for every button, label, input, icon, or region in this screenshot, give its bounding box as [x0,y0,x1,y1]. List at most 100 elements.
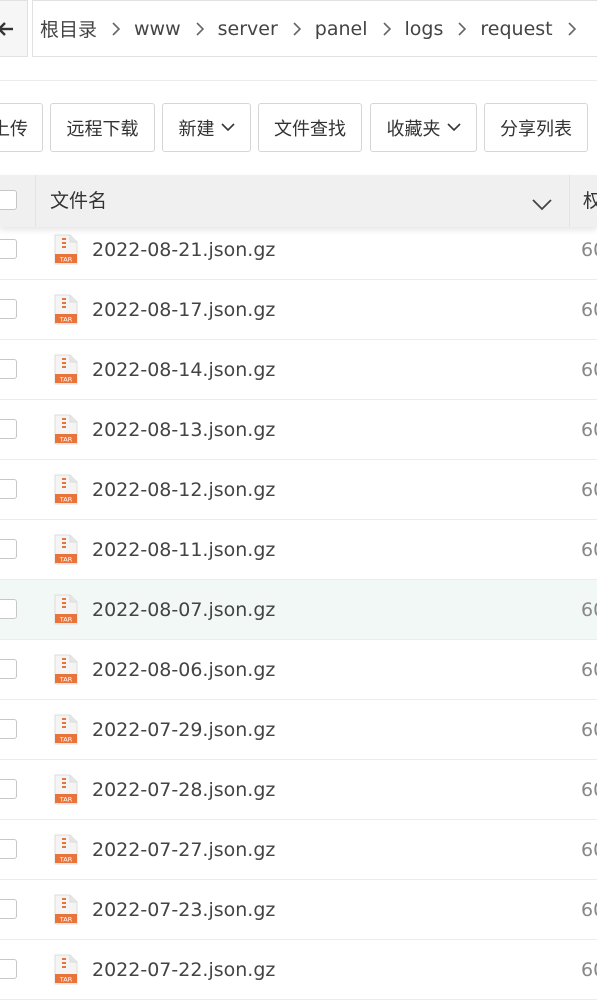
tar-archive-icon: TAR [54,474,78,505]
tar-archive-icon: TAR [54,234,78,265]
breadcrumb-item-request[interactable]: request [480,18,589,40]
row-checkbox[interactable] [0,839,17,859]
tar-archive-icon: TAR [54,414,78,445]
file-name[interactable]: 2022-07-28.json.gz [92,760,275,820]
file-name[interactable]: 2022-08-06.json.gz [92,640,275,700]
svg-text:TAR: TAR [59,915,73,923]
table-row[interactable]: TAR 2022-07-28.json.gz 60 [0,760,597,820]
file-permission: 60 [581,839,597,861]
breadcrumb-label: 根目录 [40,19,98,41]
tar-archive-icon: TAR [54,714,78,745]
table-row-hovered[interactable]: TAR 2022-08-07.json.gz 60 [0,580,597,640]
chevron-right-icon [458,21,467,36]
breadcrumb-label: logs [404,17,444,40]
svg-text:TAR: TAR [59,735,73,743]
row-checkbox[interactable] [0,479,17,499]
select-all-checkbox[interactable] [0,190,17,210]
file-permission: 60 [581,419,597,441]
table-row[interactable]: TAR 2022-08-11.json.gz 60 [0,520,597,580]
svg-text:TAR: TAR [59,315,73,323]
table-row[interactable]: TAR 2022-08-12.json.gz 60 [0,460,597,520]
share-list-button[interactable]: 分享列表 [484,103,588,152]
column-divider [569,175,570,227]
file-permission: 60 [581,539,597,561]
tar-archive-icon: TAR [54,774,78,805]
row-checkbox[interactable] [0,719,17,739]
new-dropdown-button[interactable]: 新建 [162,103,251,152]
file-permission: 60 [581,659,597,681]
file-name[interactable]: 2022-07-29.json.gz [92,700,275,760]
file-name[interactable]: 2022-08-14.json.gz [92,340,275,400]
table-row[interactable]: TAR 2022-07-22.json.gz 60 [0,940,597,1000]
chevron-down-icon [446,123,461,132]
breadcrumb-label: www [134,17,181,40]
file-search-label: 文件查找 [274,118,346,140]
file-name[interactable]: 2022-08-21.json.gz [92,220,275,280]
svg-text:TAR: TAR [59,555,73,563]
file-name[interactable]: 2022-08-12.json.gz [92,460,275,520]
table-row[interactable]: TAR 2022-07-29.json.gz 60 [0,700,597,760]
chevron-right-icon [196,21,204,36]
breadcrumb-item-server[interactable]: server [218,18,315,40]
table-header: 文件名 权 [0,175,597,227]
remote-download-button[interactable]: 远程下载 [50,103,155,152]
svg-text:TAR: TAR [59,255,73,263]
row-checkbox[interactable] [0,899,17,919]
table-row[interactable]: TAR 2022-08-06.json.gz 60 [0,640,597,700]
file-name[interactable]: 2022-08-11.json.gz [92,520,275,580]
file-name[interactable]: 2022-08-13.json.gz [92,400,275,460]
breadcrumb-label: panel [314,17,368,40]
file-name[interactable]: 2022-07-22.json.gz [92,940,275,1000]
file-name[interactable]: 2022-08-07.json.gz [92,580,275,640]
table-row[interactable]: TAR 2022-08-14.json.gz 60 [0,340,597,400]
row-checkbox[interactable] [0,659,17,679]
breadcrumb: 根目录 www server panel logs request [32,0,597,57]
row-checkbox[interactable] [0,779,17,799]
file-name[interactable]: 2022-07-27.json.gz [92,820,275,880]
favorites-label: 收藏夹 [386,118,441,140]
file-permission: 60 [581,599,597,621]
table-row[interactable]: TAR 2022-08-13.json.gz 60 [0,400,597,460]
row-checkbox[interactable] [0,959,17,979]
row-checkbox[interactable] [0,239,17,259]
file-name[interactable]: 2022-07-23.json.gz [92,880,275,940]
chevron-right-icon [293,21,301,36]
row-checkbox[interactable] [0,599,17,619]
favorites-dropdown-button[interactable]: 收藏夹 [370,103,477,152]
share-list-label: 分享列表 [500,118,572,140]
breadcrumb-item-panel[interactable]: panel [315,18,405,40]
tar-archive-icon: TAR [54,294,78,325]
file-permission: 60 [581,239,597,261]
svg-text:TAR: TAR [59,375,73,383]
file-permission: 60 [581,359,597,381]
file-permission: 60 [581,479,597,501]
table-row[interactable]: TAR 2022-08-21.json.gz 60 [0,220,597,280]
back-button[interactable] [0,0,28,57]
sort-chevron-down-icon[interactable] [532,196,552,215]
breadcrumb-item-root[interactable]: 根目录 [40,15,134,42]
remote-download-label: 远程下载 [66,118,139,140]
file-name[interactable]: 2022-08-17.json.gz [92,280,275,340]
column-header-filename[interactable]: 文件名 [50,175,107,227]
path-bar: 根目录 www server panel logs request [0,0,597,57]
breadcrumb-item-www[interactable]: www [134,18,218,40]
svg-text:TAR: TAR [59,975,73,983]
table-row[interactable]: TAR 2022-07-27.json.gz 60 [0,820,597,880]
table-row[interactable]: TAR 2022-08-17.json.gz 60 [0,280,597,340]
row-checkbox[interactable] [0,539,17,559]
svg-text:TAR: TAR [59,495,73,503]
file-toolbar: 上传 远程下载 新建 文件查找 收藏夹 分享列表 [0,103,597,152]
arrow-left-icon [0,21,14,36]
file-permission: 60 [581,719,597,741]
upload-button[interactable]: 上传 [0,103,43,152]
row-checkbox[interactable] [0,299,17,319]
tar-archive-icon: TAR [54,534,78,565]
file-search-button[interactable]: 文件查找 [258,103,362,152]
chevron-right-icon [112,21,121,36]
column-header-permission[interactable]: 权 [583,175,597,227]
file-permission: 60 [581,779,597,801]
table-row[interactable]: TAR 2022-07-23.json.gz 60 [0,880,597,940]
breadcrumb-item-logs[interactable]: logs [405,18,481,40]
row-checkbox[interactable] [0,359,17,379]
row-checkbox[interactable] [0,419,17,439]
